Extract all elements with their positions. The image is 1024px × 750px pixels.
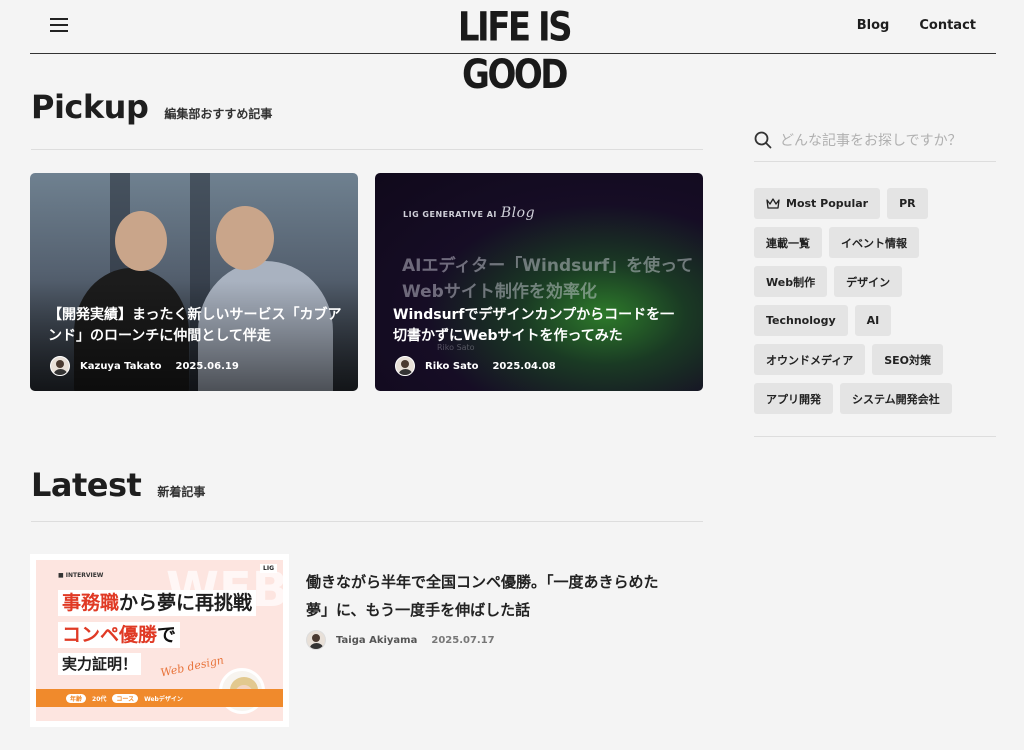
post-date: 2025.06.19	[175, 360, 239, 372]
tag-ai[interactable]: AI	[854, 305, 892, 336]
author-avatar	[50, 356, 70, 376]
nav-contact[interactable]: Contact	[919, 18, 976, 33]
card-meta: Riko Sato 2025.04.08	[395, 356, 556, 376]
search-input[interactable]: どんな記事をお探しですか？	[780, 130, 980, 150]
latest-article-meta: Taiga Akiyama 2025.07.17	[306, 630, 495, 650]
image-headline: AIエディター「Windsurf」を使って Webサイト制作を効率化	[402, 256, 694, 302]
latest-title: Latest	[31, 466, 142, 504]
tag-events[interactable]: イベント情報	[829, 227, 919, 258]
site-header: LIFE IS GOOD Blog Contact	[30, 0, 996, 98]
thumb-script: Web design	[159, 653, 225, 680]
search-box[interactable]: どんな記事をお探しですか？	[754, 118, 996, 162]
thumb-logo: LIG	[260, 564, 277, 573]
tag-app-dev[interactable]: アプリ開発	[754, 383, 833, 414]
card-meta: Kazuya Takato 2025.06.19	[50, 356, 239, 376]
card-title[interactable]: 【開発実績】まったく新しいサービス「カブアンド」のローンチに仲間として伴走	[48, 305, 342, 347]
thumb-interview-label: INTERVIEW	[58, 572, 104, 579]
pickup-heading: Pickup 編集部おすすめ記事	[31, 88, 272, 126]
thumb-line-2: コンペ優勝で	[58, 622, 181, 648]
latest-article-title[interactable]: 働きながら半年で全国コンペ優勝。「一度あきらめた夢」に、もう一度手を伸ばした話	[306, 568, 661, 624]
latest-heading: Latest 新着記事	[31, 466, 205, 504]
author-name[interactable]: Kazuya Takato	[80, 361, 162, 372]
pickup-card-1[interactable]: 【開発実績】まったく新しいサービス「カブアンド」のローンチに仲間として伴走 Ka…	[30, 173, 358, 391]
author-name[interactable]: Taiga Akiyama	[336, 635, 417, 646]
pickup-title: Pickup	[31, 88, 149, 126]
thumb-bar: 年齢 20代 コース Webデザイン	[36, 689, 283, 707]
tag-design[interactable]: デザイン	[834, 266, 903, 297]
card-title[interactable]: Windsurfでデザインカンプからコードを一切書かずにWebサイトを作ってみた	[393, 305, 687, 347]
crown-icon	[766, 198, 780, 209]
thumb-line-1: 事務職から夢に再挑戦	[58, 590, 257, 616]
header-nav: Blog Contact	[857, 18, 976, 33]
latest-thumbnail[interactable]: WEB INTERVIEW LIG 事務職から夢に再挑戦 コンペ優勝で 実力証明…	[30, 554, 289, 727]
latest-subtitle: 新着記事	[157, 485, 206, 499]
tag-list: Most Popular PR 連載一覧 イベント情報 Web制作 デザイン T…	[754, 188, 969, 414]
tag-seo[interactable]: SEO対策	[872, 344, 944, 375]
tag-most-popular[interactable]: Most Popular	[754, 188, 881, 219]
tag-pr[interactable]: PR	[887, 188, 928, 219]
tag-series[interactable]: 連載一覧	[754, 227, 822, 258]
pickup-divider	[31, 149, 703, 150]
tag-owned-media[interactable]: オウンドメディア	[754, 344, 866, 375]
author-avatar	[306, 630, 326, 650]
tag-system-dev[interactable]: システム開発会社	[840, 383, 952, 414]
latest-divider	[31, 521, 703, 522]
search-icon	[754, 131, 772, 148]
menu-icon[interactable]	[50, 18, 68, 32]
person-right-head	[216, 206, 274, 270]
person-left-head	[115, 211, 167, 271]
post-date: 2025.04.08	[492, 360, 556, 372]
site-logo[interactable]: LIFE IS GOOD	[414, 4, 614, 98]
tag-web-production[interactable]: Web制作	[754, 266, 828, 297]
tag-technology[interactable]: Technology	[754, 305, 848, 336]
pickup-card-2[interactable]: LIG GENERATIVE AI Blog AIエディター「Windsurf」を…	[375, 173, 703, 391]
thumb-line-3: 実力証明！	[58, 653, 142, 675]
author-name[interactable]: Riko Sato	[425, 361, 478, 372]
image-label: LIG GENERATIVE AI Blog	[403, 205, 536, 221]
pickup-subtitle: 編集部おすすめ記事	[164, 107, 273, 121]
post-date: 2025.07.17	[431, 634, 495, 646]
nav-blog[interactable]: Blog	[857, 18, 890, 33]
sidebar-divider	[754, 436, 996, 437]
author-avatar	[395, 356, 415, 376]
